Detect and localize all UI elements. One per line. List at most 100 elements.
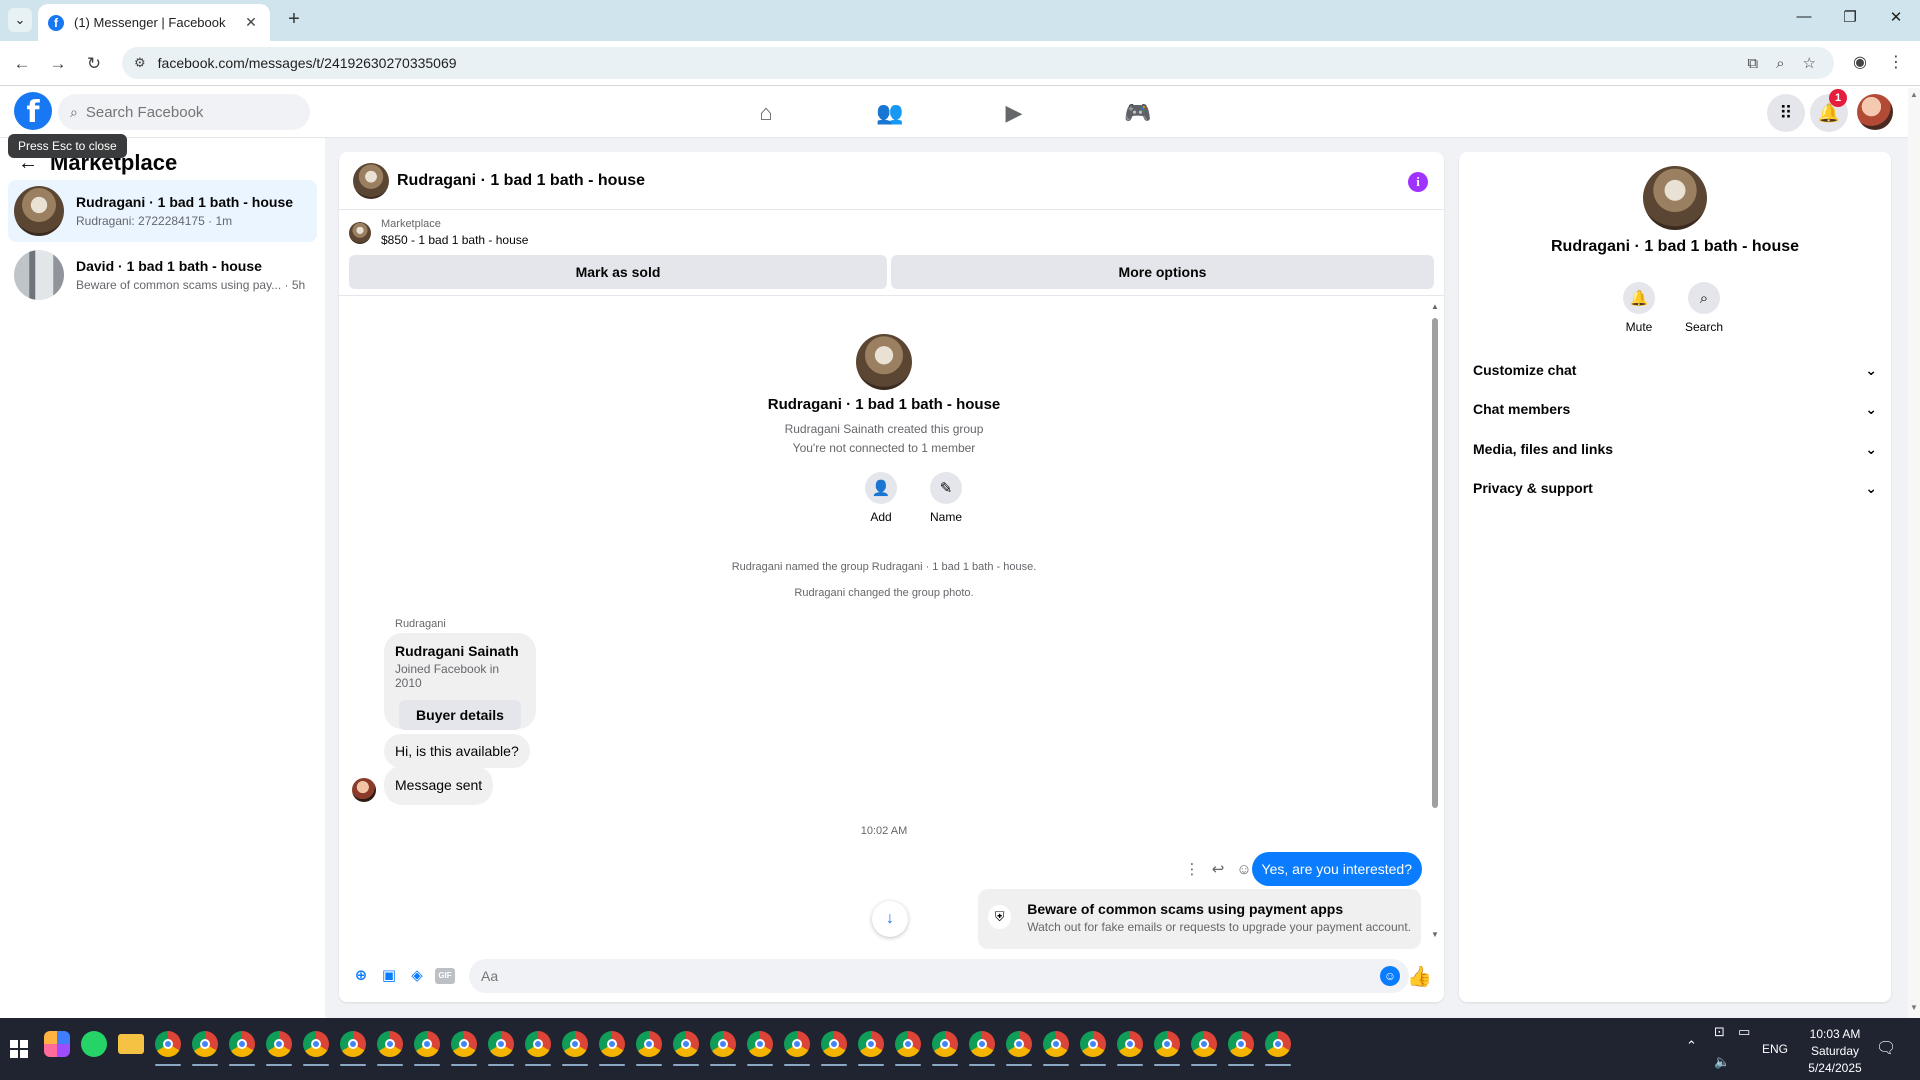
emoji-icon[interactable]: ☺ xyxy=(1380,966,1400,986)
menu-grid-icon[interactable]: ⠿ xyxy=(1767,94,1805,132)
chrome-window-icon[interactable] xyxy=(747,1031,773,1057)
zoom-icon[interactable]: ⌕ xyxy=(1776,55,1784,72)
plus-circle-icon[interactable]: ⊕ xyxy=(351,966,371,986)
chrome-window-icon[interactable] xyxy=(969,1031,995,1057)
conversation-title[interactable]: Rudragani · 1 bad 1 bath - house xyxy=(397,172,645,190)
copilot-app-icon[interactable] xyxy=(44,1031,70,1057)
browser-tab-messenger[interactable]: f (1) Messenger | Facebook ✕ xyxy=(38,4,270,41)
mute-button[interactable]: 🔔 Mute xyxy=(1609,282,1669,334)
tab-search-chevron-icon[interactable]: ⌄ xyxy=(8,8,32,32)
chrome-window-icon[interactable] xyxy=(1080,1031,1106,1057)
install-app-icon[interactable]: ⧉ xyxy=(1747,55,1758,72)
home-icon[interactable]: ⌂ xyxy=(746,98,786,128)
more-vertical-icon[interactable]: ⋮ xyxy=(1179,860,1205,878)
video-icon[interactable]: ▶ xyxy=(994,98,1034,128)
facebook-logo-icon[interactable]: f xyxy=(14,92,52,130)
message-bubble[interactable]: Message sent xyxy=(384,766,494,805)
bookmark-star-icon[interactable]: ☆ xyxy=(1803,54,1816,72)
thumbs-up-icon[interactable]: 👍 xyxy=(1407,964,1432,989)
show-hidden-icons-chevron-icon[interactable]: ⌃ xyxy=(1686,1038,1697,1054)
search-in-chat-button[interactable]: ⌕ Search xyxy=(1674,282,1734,334)
notification-center-icon[interactable]: 🗨 xyxy=(1876,1038,1896,1058)
chrome-window-icon[interactable] xyxy=(451,1031,477,1057)
chrome-window-icon[interactable] xyxy=(1265,1031,1291,1057)
chrome-window-icon[interactable] xyxy=(821,1031,847,1057)
conversation-avatar[interactable] xyxy=(353,162,389,199)
marketplace-listing-summary[interactable]: Marketplace $850 - 1 bad 1 bath - house xyxy=(349,218,528,247)
chat-item-rudragani[interactable]: Rudragani · 1 bad 1 bath - house Rudraga… xyxy=(8,180,317,242)
chrome-window-icon[interactable] xyxy=(562,1031,588,1057)
facebook-search[interactable]: ⌕ xyxy=(58,94,310,130)
restore-window-icon[interactable]: ❐ xyxy=(1840,8,1860,26)
sticker-icon[interactable]: ◈ xyxy=(407,966,427,986)
add-member-button[interactable]: 👤 Add xyxy=(851,472,911,524)
browser-menu-icon[interactable]: ⋮ xyxy=(1884,52,1908,72)
chat-info-avatar[interactable] xyxy=(1643,166,1707,230)
chrome-window-icon[interactable] xyxy=(229,1031,255,1057)
url-text[interactable]: facebook.com/messages/t/2419263027033506… xyxy=(158,55,1748,71)
chrome-window-icon[interactable] xyxy=(525,1031,551,1057)
chrome-window-icon[interactable] xyxy=(673,1031,699,1057)
chrome-window-icon[interactable] xyxy=(155,1031,181,1057)
message-input[interactable] xyxy=(469,959,1409,993)
more-options-button[interactable]: More options xyxy=(891,255,1434,289)
buyer-details-button[interactable]: Buyer details xyxy=(399,700,521,730)
site-info-icon[interactable]: ⚙ xyxy=(134,55,146,71)
tab-close-icon[interactable]: ✕ xyxy=(242,14,260,31)
chrome-window-icon[interactable] xyxy=(1228,1031,1254,1057)
chrome-window-icon[interactable] xyxy=(340,1031,366,1057)
chrome-window-icon[interactable] xyxy=(414,1031,440,1057)
page-scrollbar[interactable]: ▲ ▼ xyxy=(1908,88,1920,1018)
language-indicator[interactable]: ENG xyxy=(1762,1042,1788,1056)
chrome-window-icon[interactable] xyxy=(303,1031,329,1057)
chrome-window-icon[interactable] xyxy=(858,1031,884,1057)
chrome-window-icon[interactable] xyxy=(1006,1031,1032,1057)
scroll-down-arrow-icon[interactable]: ▼ xyxy=(1430,930,1440,939)
minimize-window-icon[interactable]: — xyxy=(1794,8,1814,25)
scroll-up-arrow-icon[interactable]: ▲ xyxy=(1908,90,1920,99)
chrome-window-icon[interactable] xyxy=(377,1031,403,1057)
chrome-window-icon[interactable] xyxy=(599,1031,625,1057)
gif-icon[interactable]: GIF xyxy=(435,968,455,984)
reload-icon[interactable]: ↻ xyxy=(82,52,106,76)
info-icon[interactable]: i xyxy=(1408,172,1428,192)
whatsapp-app-icon[interactable] xyxy=(81,1031,107,1057)
chrome-window-icon[interactable] xyxy=(488,1031,514,1057)
gaming-icon[interactable]: 🎮 xyxy=(1118,98,1158,128)
message-bubble[interactable]: Hi, is this available? xyxy=(384,734,530,768)
sent-message-bubble[interactable]: Yes, are you interested? xyxy=(1251,852,1422,886)
file-explorer-icon[interactable] xyxy=(118,1034,144,1054)
chrome-window-icon[interactable] xyxy=(1154,1031,1180,1057)
profile-avatar[interactable] xyxy=(1857,94,1893,130)
volume-icon[interactable]: 🔈 xyxy=(1714,1054,1730,1070)
chrome-window-icon[interactable] xyxy=(932,1031,958,1057)
name-group-button[interactable]: ✎ Name xyxy=(916,472,976,524)
scroll-to-bottom-arrow-icon[interactable]: ↓ xyxy=(872,901,908,937)
chrome-window-icon[interactable] xyxy=(636,1031,662,1057)
facebook-search-input[interactable] xyxy=(85,103,286,121)
conversation-scrollbar[interactable]: ▲ ▼ xyxy=(1430,302,1440,942)
chrome-window-icon[interactable] xyxy=(266,1031,292,1057)
taskbar-clock[interactable]: 10:03 AM Saturday 5/24/2025 xyxy=(1790,1026,1880,1077)
chrome-window-icon[interactable] xyxy=(1117,1031,1143,1057)
chrome-window-icon[interactable] xyxy=(710,1031,736,1057)
chrome-window-icon[interactable] xyxy=(1043,1031,1069,1057)
scrollbar-thumb[interactable] xyxy=(1432,318,1438,808)
chat-item-david[interactable]: David · 1 bad 1 bath - house Beware of c… xyxy=(8,244,317,306)
group-photo[interactable] xyxy=(856,334,912,390)
customize-chat-section[interactable]: Customize chat ⌄ xyxy=(1473,354,1877,386)
forward-arrow-icon[interactable]: → xyxy=(46,52,70,76)
friends-icon[interactable]: 👥 xyxy=(870,98,910,128)
close-window-icon[interactable]: ✕ xyxy=(1886,8,1906,26)
media-files-links-section[interactable]: Media, files and links ⌄ xyxy=(1473,433,1877,465)
chrome-window-icon[interactable] xyxy=(192,1031,218,1057)
privacy-support-section[interactable]: Privacy & support ⌄ xyxy=(1473,472,1877,504)
profile-account-icon[interactable]: ◉ xyxy=(1848,52,1872,72)
reply-icon[interactable]: ↩ xyxy=(1205,860,1231,878)
new-tab-plus-icon[interactable]: + xyxy=(282,8,306,32)
chat-members-section[interactable]: Chat members ⌄ xyxy=(1473,393,1877,425)
scroll-down-arrow-icon[interactable]: ▼ xyxy=(1908,1003,1920,1012)
network-icon[interactable]: ⊡ xyxy=(1714,1024,1725,1040)
windows-start-icon[interactable] xyxy=(10,1040,28,1058)
scroll-up-arrow-icon[interactable]: ▲ xyxy=(1430,302,1440,311)
